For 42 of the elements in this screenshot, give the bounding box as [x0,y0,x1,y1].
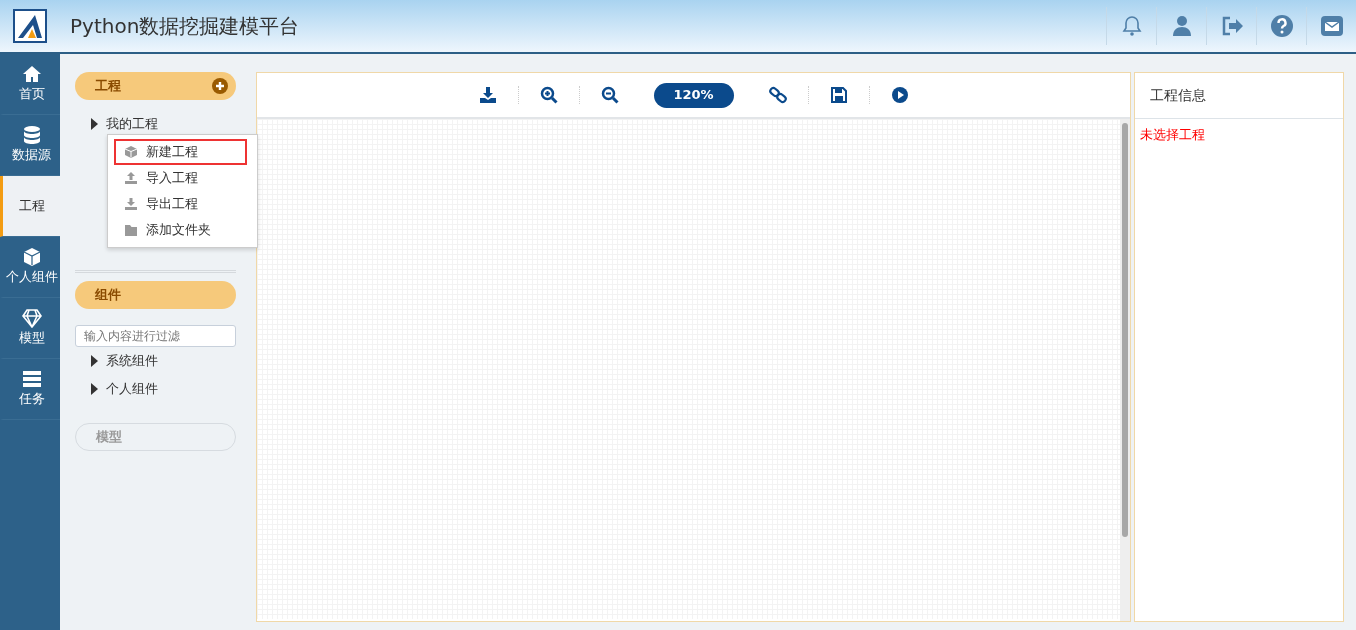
menu-item[interactable]: 添加文件夹 [114,217,247,243]
home-icon [21,64,42,85]
mail-icon[interactable] [1319,14,1344,38]
section-header[interactable]: 工程 [75,72,236,100]
nav-item[interactable]: 个人组件 [0,237,60,298]
cube-icon [21,247,42,268]
section-header[interactable]: 组件 [75,281,236,309]
tree-item[interactable]: 系统组件 [106,351,158,371]
add-icon[interactable] [212,78,228,94]
app-title: Python数据挖掘建模平台 [70,13,300,40]
tree-item[interactable]: 我的工程 [106,114,158,134]
cube-icon [124,145,138,159]
nav-item[interactable]: 首页 [0,54,60,115]
download-icon[interactable] [478,86,497,104]
menu-item[interactable]: 新建工程 [114,139,247,165]
upload-icon [124,171,138,185]
play-icon[interactable] [890,86,909,104]
folder-icon [124,223,138,237]
diamond-icon [21,308,42,329]
server-icon [21,369,42,390]
nav-item[interactable]: 任务 [0,359,60,420]
panel-title: 工程信息 [1135,73,1343,119]
zoom-level: 120% [653,82,734,108]
tree-item[interactable]: 个人组件 [106,379,158,399]
menu-item[interactable]: 导入工程 [114,165,247,191]
scrollbar[interactable] [1120,119,1130,621]
help-icon[interactable] [1269,14,1294,38]
filter-field[interactable]: 输入内容进行过滤 [75,325,236,347]
expand-arrow-icon[interactable] [91,383,98,395]
link-icon[interactable] [768,86,787,104]
status-message: 未选择工程 [1139,126,1206,144]
menu-item[interactable]: 导出工程 [114,191,247,217]
nav-item[interactable]: 工程 [0,176,60,237]
zoom-out-icon[interactable] [600,86,619,104]
expand-arrow-icon[interactable] [91,118,98,130]
nav-item[interactable]: 模型 [0,298,60,359]
zoom-in-icon[interactable] [539,86,558,104]
logo-icon [13,9,47,43]
save-icon[interactable] [829,86,848,104]
download-icon [124,197,138,211]
database-icon [21,125,42,146]
expand-arrow-icon[interactable] [91,355,98,367]
